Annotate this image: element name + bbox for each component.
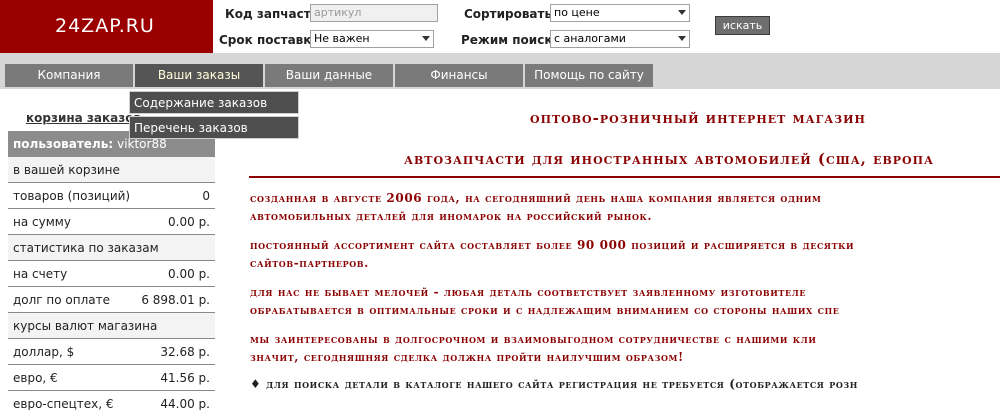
paragraph-assortment: постоянный ассортимент сайта составляет …	[250, 238, 855, 270]
stats-section-head: статистика по заказам	[8, 235, 215, 261]
tab-help[interactable]: Помощь по сайту	[525, 64, 653, 87]
eur-spec-label: евро-спецтех, €	[13, 397, 114, 410]
chevron-down-icon	[678, 36, 686, 41]
sort-select[interactable]: по цене	[550, 4, 690, 22]
search-mode-label: Режим поиска	[461, 33, 561, 47]
cart-sum-row: на сумму 0.00 р.	[8, 209, 215, 235]
chevron-down-icon	[678, 10, 686, 15]
account-label: на счету	[13, 267, 68, 281]
part-code-label: Код запчасти	[225, 7, 320, 21]
chevron-down-icon	[422, 36, 430, 41]
cart-items-value: 0	[202, 189, 210, 203]
paragraph-cooperation: мы заинтересованы в долгосрочном и взаим…	[250, 332, 817, 364]
eur-spec-value: 44.00 р.	[160, 397, 210, 410]
paragraph-quality: для нас не бывает мелочей - любая деталь…	[250, 285, 840, 317]
debt-row: долг по оплате 6 898.01 р.	[8, 287, 215, 313]
delivery-label: Срок поставки	[219, 33, 320, 47]
eur-rate-row: евро, € 41.56 р.	[8, 365, 215, 391]
usd-label: доллар, $	[13, 345, 75, 359]
divider	[249, 176, 1000, 178]
search-button[interactable]: искать	[715, 16, 770, 35]
sort-select-value: по цене	[554, 6, 600, 19]
sort-label: Сортировать:	[464, 7, 557, 21]
main-nav: Компания Ваши заказы Ваши данные Финансы…	[0, 53, 1000, 89]
main-content: Оптово-розничный интернет магазин Автоза…	[230, 103, 1000, 410]
site-logo[interactable]: 24ZAP.RU	[0, 0, 213, 53]
debt-value: 6 898.01 р.	[141, 293, 210, 307]
tab-company[interactable]: Компания	[5, 64, 133, 87]
search-mode-select-value: с аналогами	[554, 32, 626, 45]
delivery-select-value: Не важен	[314, 32, 370, 45]
page-subtitle: Автозапчасти для иностранных автомобилей…	[404, 150, 934, 168]
usd-rate-row: доллар, $ 32.68 р.	[8, 339, 215, 365]
eur-value: 41.56 р.	[160, 371, 210, 385]
cart-sum-label: на сумму	[13, 215, 71, 229]
eur-spec-rate-row: евро-спецтех, € 44.00 р.	[8, 391, 215, 410]
user-label: пользователь:	[13, 137, 114, 151]
cart-sum-value: 0.00 р.	[168, 215, 210, 229]
cart-items-label: товаров (позиций)	[13, 189, 131, 203]
cart-items-row: товаров (позиций) 0	[8, 183, 215, 209]
menu-item-order-contents[interactable]: Содержание заказов	[129, 91, 299, 114]
debt-label: долг по оплате	[13, 293, 111, 307]
search-panel: Код запчасти артикул Сортировать: по цен…	[213, 0, 1000, 53]
page-title: Оптово-розничный интернет магазин	[530, 109, 866, 127]
tab-your-orders[interactable]: Ваши заказы	[135, 64, 263, 87]
usd-value: 32.68 р.	[160, 345, 210, 359]
eur-label: евро, €	[13, 371, 58, 385]
account-row: на счету 0.00 р.	[8, 261, 215, 287]
paragraph-about: созданная в августе 2006 года, на сегодн…	[250, 191, 822, 223]
part-code-input[interactable]: артикул	[310, 4, 438, 22]
catalog-note: ♦ для поиска детали в каталоге нашего са…	[250, 377, 858, 391]
tab-finance[interactable]: Финансы	[395, 64, 523, 87]
sidebar: корзина заказов пользователь: viktor88 в …	[8, 103, 215, 410]
account-value: 0.00 р.	[168, 267, 210, 281]
rates-section-head: курсы валют магазина	[8, 313, 215, 339]
search-mode-select[interactable]: с аналогами	[550, 30, 690, 48]
delivery-select[interactable]: Не важен	[310, 30, 434, 48]
menu-item-order-list[interactable]: Перечень заказов	[129, 116, 299, 139]
orders-dropdown-menu: Содержание заказов Перечень заказов	[129, 91, 299, 141]
cart-section-head: в вашей корзине	[8, 157, 215, 183]
tab-your-data[interactable]: Ваши данные	[265, 64, 393, 87]
